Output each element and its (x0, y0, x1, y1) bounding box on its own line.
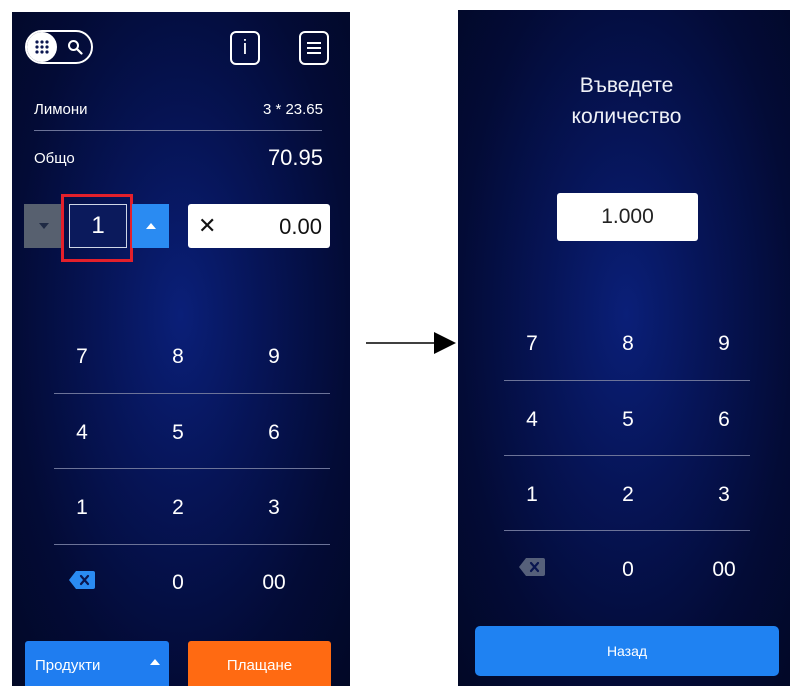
backspace-key[interactable] (32, 571, 132, 595)
key-4[interactable]: 4 (32, 421, 132, 445)
quantity-increment-button[interactable] (132, 204, 169, 248)
product-line-calc: 3 * 23.65 (262, 101, 323, 118)
menu-button[interactable] (299, 31, 329, 65)
total-label: Общо (34, 150, 75, 167)
info-button[interactable]: i (230, 31, 260, 65)
key-0[interactable]: 0 (128, 571, 228, 595)
search-icon[interactable] (67, 39, 83, 55)
menu-icon (307, 42, 321, 54)
quantity-input[interactable]: 1.000 (557, 193, 698, 241)
divider (34, 130, 322, 131)
keypad-grid-icon (35, 40, 49, 54)
key-6[interactable]: 6 (224, 421, 324, 445)
left-screen: i Лимони 3 * 23.65 Общо 70.95 1 ✕ 0.00 7… (12, 12, 350, 686)
right-screen: Въведете количество 1.000 7 8 9 4 5 6 1 … (458, 10, 790, 686)
keypad-divider (504, 380, 750, 381)
backspace-icon (69, 571, 95, 589)
prompt-line-2: количество (571, 105, 682, 128)
pay-button[interactable]: Плащане (188, 641, 331, 686)
highlight-frame (61, 194, 133, 262)
back-button[interactable]: Назад (475, 626, 779, 676)
products-label: Продукти (35, 657, 101, 674)
key-0[interactable]: 0 (578, 558, 678, 582)
multiply-icon: ✕ (198, 213, 217, 238)
key-9[interactable]: 9 (674, 332, 774, 356)
chevron-up-icon (150, 659, 160, 665)
key-00[interactable]: 00 (674, 558, 774, 582)
keypad-divider (504, 455, 750, 456)
prompt-line-1: Въведете (579, 74, 674, 97)
keypad-divider (54, 393, 330, 394)
product-name: Лимони (34, 101, 88, 118)
backspace-icon (519, 558, 545, 576)
total-value: 70.95 (267, 145, 323, 170)
key-3[interactable]: 3 (674, 483, 774, 507)
backspace-key[interactable] (482, 558, 582, 582)
keypad-divider (504, 530, 750, 531)
keypad-divider (54, 468, 330, 469)
key-9[interactable]: 9 (224, 345, 324, 369)
key-00[interactable]: 00 (224, 571, 324, 595)
price-field[interactable]: ✕ 0.00 (188, 204, 330, 248)
key-7[interactable]: 7 (32, 345, 132, 369)
quantity-decrement-button[interactable] (24, 204, 64, 248)
key-2[interactable]: 2 (128, 496, 228, 520)
key-5[interactable]: 5 (128, 421, 228, 445)
key-6[interactable]: 6 (674, 408, 774, 432)
price-value: 0.00 (279, 214, 322, 239)
key-1[interactable]: 1 (482, 483, 582, 507)
key-5[interactable]: 5 (578, 408, 678, 432)
products-button[interactable]: Продукти (25, 641, 169, 686)
key-1[interactable]: 1 (32, 496, 132, 520)
transition-arrow-icon (366, 332, 456, 354)
info-icon: i (242, 36, 248, 59)
chevron-down-icon (39, 223, 49, 229)
key-8[interactable]: 8 (578, 332, 678, 356)
keypad-toggle-knob[interactable] (27, 32, 57, 62)
key-8[interactable]: 8 (128, 345, 228, 369)
keypad-divider (54, 544, 330, 545)
key-4[interactable]: 4 (482, 408, 582, 432)
chevron-up-icon (145, 223, 156, 229)
key-7[interactable]: 7 (482, 332, 582, 356)
keypad-search-toggle[interactable] (25, 30, 93, 64)
key-3[interactable]: 3 (224, 496, 324, 520)
key-2[interactable]: 2 (578, 483, 678, 507)
